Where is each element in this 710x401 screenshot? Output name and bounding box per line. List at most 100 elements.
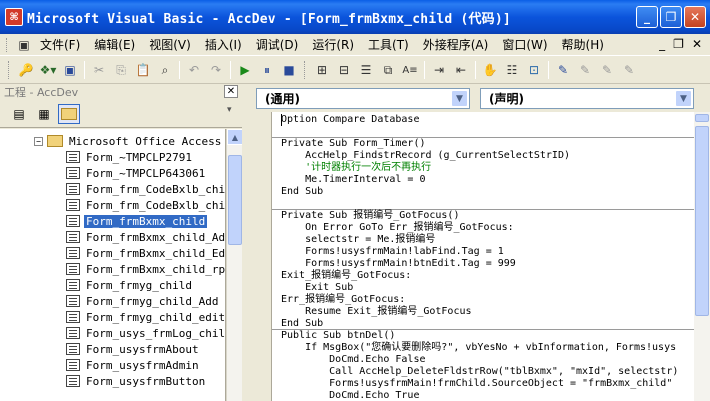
vba-menu-icon[interactable]: ▣	[15, 36, 33, 54]
design-mode-icon[interactable]: ⊞	[311, 59, 333, 81]
prev-bookmark-icon[interactable]: ✎	[618, 59, 640, 81]
code-margin[interactable]	[252, 112, 272, 401]
minimize-button[interactable]: _	[636, 6, 658, 28]
menu-tools[interactable]: 工具(T)	[361, 36, 416, 54]
toolbox-icon[interactable]: A≡	[399, 59, 421, 81]
code-line[interactable]: selectstr = Me.报销编号	[281, 234, 435, 246]
code-editor[interactable]: Option Compare Database Private Sub Form_…	[272, 112, 694, 401]
copy-icon[interactable]: ⎘	[110, 59, 132, 81]
chevron-down-icon[interactable]: ▼	[451, 90, 468, 107]
tree-item[interactable]: Form_frmyg_child_Add	[66, 293, 220, 309]
menu-debug[interactable]: 调试(D)	[249, 36, 306, 54]
tree-item[interactable]: Form_usys_frmLog_child	[66, 325, 225, 341]
procedure-combo[interactable]: (声明) ▼	[480, 88, 694, 109]
code-scrollbar[interactable]	[694, 112, 710, 401]
menu-insert[interactable]: 插入(I)	[198, 36, 249, 54]
view-code-icon[interactable]: ▤	[8, 104, 30, 124]
bookmark-icon[interactable]: ⊡	[523, 59, 545, 81]
close-button[interactable]: ✕	[684, 6, 706, 28]
code-line[interactable]: Private Sub 报销编号_GotFocus()	[281, 210, 459, 222]
insert-module-icon[interactable]: ❖▾	[37, 59, 59, 81]
uncomment-icon[interactable]: ✎	[574, 59, 596, 81]
toolbar-overflow-icon[interactable]: ▾	[227, 105, 239, 123]
break-icon[interactable]: ⏸	[256, 59, 278, 81]
chevron-down-icon[interactable]: ▼	[675, 90, 692, 107]
code-scroll-thumb[interactable]	[695, 114, 709, 122]
paste-icon[interactable]: 📋	[132, 59, 154, 81]
code-line[interactable]: Option Compare Database	[281, 114, 419, 126]
tree-item[interactable]: Form_frmBxmx_child	[66, 213, 208, 229]
code-line[interactable]: Forms!usysfrmMain!btnEdit.Tag = 999	[281, 258, 516, 270]
tree-root[interactable]: − Microsoft Office Access 类	[34, 133, 225, 149]
code-line[interactable]: DoCmd.Echo False	[281, 354, 425, 366]
project-scrollbar[interactable]: ▲	[226, 129, 243, 401]
toolbar-grip[interactable]	[304, 61, 307, 79]
menubar-grip[interactable]	[6, 37, 9, 52]
menu-edit[interactable]: 编辑(E)	[87, 36, 142, 54]
run-icon[interactable]: ▶	[234, 59, 256, 81]
scroll-thumb[interactable]	[228, 155, 242, 245]
hand-icon[interactable]: ✋	[479, 59, 501, 81]
code-line[interactable]: DoCmd.Echo True	[281, 390, 419, 401]
project-explorer-icon[interactable]: ⊟	[333, 59, 355, 81]
scroll-up-icon[interactable]: ▲	[227, 129, 243, 145]
code-line[interactable]: Exit_报销编号_GotFocus:	[281, 270, 411, 282]
find-icon[interactable]: ⌕	[154, 59, 176, 81]
project-close-button[interactable]: ✕	[224, 85, 238, 98]
code-line[interactable]: On Error GoTo Err_报销编号_GotFocus:	[281, 222, 514, 234]
menu-window[interactable]: 窗口(W)	[495, 36, 554, 54]
menu-addins[interactable]: 外接程序(A)	[416, 36, 496, 54]
cut-icon[interactable]: ✂	[88, 59, 110, 81]
code-line[interactable]: AccHelp_FindstrRecord (g_CurrentSelectSt…	[281, 150, 570, 162]
vba-icon[interactable]: ⌘	[5, 8, 23, 26]
redo-icon[interactable]: ↷	[205, 59, 227, 81]
tree-item[interactable]: Form_frmBxmx_child_Edi	[66, 245, 225, 261]
tree-item[interactable]: Form_usysfrmButton	[66, 373, 207, 389]
code-line[interactable]: If MsgBox("您确认要删除吗?", vbYesNo + vbInform…	[281, 342, 676, 354]
indent-icon[interactable]: ⇥	[428, 59, 450, 81]
code-line[interactable]: End Sub	[281, 186, 323, 198]
object-combo[interactable]: (通用) ▼	[256, 88, 470, 109]
tree-item[interactable]: Form_frmBxmx_child_Add	[66, 229, 225, 245]
properties-icon[interactable]: ☰	[355, 59, 377, 81]
tree-item[interactable]: Form_usysfrmAbout	[66, 341, 201, 357]
mdi-close-button[interactable]: ✕	[692, 37, 702, 51]
reset-icon[interactable]: ■	[278, 59, 300, 81]
tree-item[interactable]: Form_frmyg_child_edit	[66, 309, 225, 325]
undo-icon[interactable]: ↶	[183, 59, 205, 81]
mdi-restore-button[interactable]: ❐	[673, 37, 684, 51]
menu-help[interactable]: 帮助(H)	[555, 36, 611, 54]
next-bookmark-icon[interactable]: ✎	[596, 59, 618, 81]
list-icon[interactable]: ☷	[501, 59, 523, 81]
tree-item[interactable]: Form_frmBxmx_child_rpt	[66, 261, 225, 277]
code-line[interactable]: '计时器执行一次后不再执行	[281, 162, 431, 174]
restore-button[interactable]: ❐	[660, 6, 682, 28]
object-browser-icon[interactable]: ⧉	[377, 59, 399, 81]
menu-view[interactable]: 视图(V)	[142, 36, 198, 54]
menu-file[interactable]: 文件(F)	[33, 36, 87, 54]
tree-item[interactable]: Form_frmyg_child	[66, 277, 194, 293]
tree-item[interactable]: Form_frm_CodeBxlb_chil	[66, 181, 225, 197]
project-tree[interactable]: − Microsoft Office Access 类 Form_~TMPCLP…	[0, 129, 226, 401]
save-icon[interactable]: ▣	[59, 59, 81, 81]
tree-item[interactable]: Form_~TMPCLP2791	[66, 149, 194, 165]
menu-run[interactable]: 运行(R)	[305, 36, 361, 54]
toolbar-grip[interactable]	[8, 61, 11, 79]
outdent-icon[interactable]: ⇤	[450, 59, 472, 81]
code-line[interactable]: Call AccHelp_DeleteFldstrRow("tblBxmx", …	[281, 366, 678, 378]
view-object-icon[interactable]: ▦	[33, 104, 55, 124]
code-scroll-thumb-main[interactable]	[695, 126, 709, 316]
tree-item[interactable]: Form_~TMPCLP643061	[66, 165, 207, 181]
tree-item[interactable]: Form_usysfrmAdmin	[66, 357, 201, 373]
code-line[interactable]: Private Sub Form_Timer()	[281, 138, 426, 150]
mdi-minimize-button[interactable]: _	[659, 37, 665, 51]
code-line[interactable]: Err_报销编号_GotFocus:	[281, 294, 405, 306]
tree-item[interactable]: Form_frm_CodeBxlb_chil	[66, 197, 225, 213]
access-icon[interactable]: 🔑	[15, 59, 37, 81]
code-line[interactable]: Forms!usysfrmMain!frmChild.SourceObject …	[281, 378, 672, 390]
collapse-icon[interactable]: −	[34, 136, 43, 146]
code-line[interactable]: Resume Exit_报销编号_GotFocus	[281, 306, 471, 318]
code-line[interactable]: Me.TimerInterval = 0	[281, 174, 425, 186]
toggle-folders-icon[interactable]	[58, 104, 80, 124]
code-line[interactable]: Public Sub btnDel()	[281, 330, 395, 342]
